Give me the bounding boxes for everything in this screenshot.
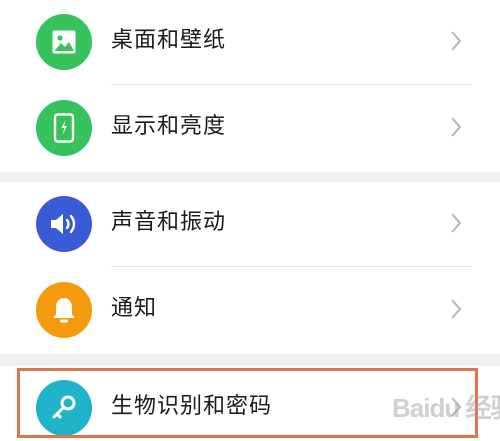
settings-item-notifications[interactable]: 通知 bbox=[0, 268, 500, 354]
bell-icon bbox=[36, 282, 92, 338]
settings-item-label: 声音和振动 bbox=[111, 210, 227, 235]
settings-item-label: 通知 bbox=[111, 296, 158, 321]
key-icon bbox=[36, 380, 92, 436]
divider bbox=[111, 266, 472, 267]
settings-group-display: 桌面和壁纸 显示和亮度 bbox=[0, 0, 500, 172]
speaker-icon bbox=[36, 196, 92, 252]
settings-item-sound-vibration[interactable]: 声音和振动 bbox=[0, 182, 500, 268]
settings-item-label: 桌面和壁纸 bbox=[111, 28, 227, 53]
chevron-right-icon bbox=[451, 31, 462, 51]
divider bbox=[111, 84, 472, 85]
image-icon bbox=[36, 14, 92, 70]
settings-item-label: 显示和亮度 bbox=[111, 114, 227, 139]
watermark-text: Baidu 经验 bbox=[392, 393, 500, 423]
settings-item-display-brightness[interactable]: 显示和亮度 bbox=[0, 86, 500, 172]
chevron-right-icon bbox=[451, 299, 462, 319]
chevron-right-icon bbox=[451, 117, 462, 137]
settings-item-desktop-wallpaper[interactable]: 桌面和壁纸 bbox=[0, 0, 500, 86]
chevron-right-icon bbox=[451, 213, 462, 233]
settings-screen: 桌面和壁纸 显示和亮度 声音和振动 通知 生物识别和密码 Baidu 经 bbox=[0, 0, 500, 441]
settings-item-label: 生物识别和密码 bbox=[111, 394, 273, 419]
settings-group-sound: 声音和振动 通知 bbox=[0, 182, 500, 354]
phone-brightness-icon bbox=[36, 100, 92, 156]
